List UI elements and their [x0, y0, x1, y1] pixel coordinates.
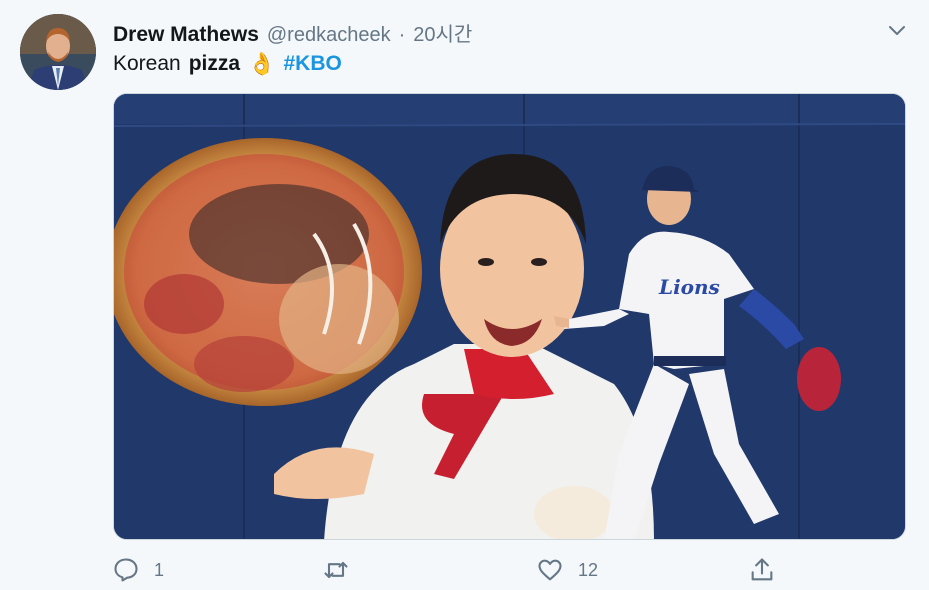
like-count: 12	[578, 559, 599, 580]
hashtag-link[interactable]: #KBO	[283, 52, 341, 76]
tweet[interactable]: Drew Mathews @redkacheek · 20시간 Korean p…	[0, 0, 929, 590]
photo-image: Lions	[114, 94, 905, 539]
tweet-media-photo[interactable]: Lions	[113, 93, 906, 540]
share-button[interactable]	[748, 552, 776, 588]
tweet-actions: 1 12	[0, 552, 929, 588]
avatar-image	[20, 14, 96, 90]
author-display-name[interactable]: Drew Mathews	[113, 23, 259, 47]
tweet-text-highlight: pizza	[188, 52, 241, 75]
reply-icon	[114, 558, 138, 582]
author-handle[interactable]: @redkacheek	[267, 24, 391, 47]
retweet-button[interactable]	[322, 552, 364, 588]
tweet-text: Korean pizza 👌 #KBO	[113, 50, 342, 78]
reply-button[interactable]: 1	[112, 552, 164, 588]
like-button[interactable]: 12	[536, 552, 598, 588]
tweet-header: Drew Mathews @redkacheek · 20시간	[113, 18, 472, 47]
svg-text:Lions: Lions	[658, 275, 720, 299]
avatar[interactable]	[20, 14, 96, 90]
reply-count: 1	[154, 559, 165, 580]
tweet-text-word: Korean	[113, 52, 181, 75]
share-icon	[751, 558, 773, 581]
more-options-chevron-down-icon[interactable]	[887, 20, 907, 40]
heart-icon	[538, 559, 562, 581]
retweet-icon	[324, 561, 348, 579]
tweet-timestamp[interactable]: 20시간	[413, 18, 472, 47]
header-separator: ·	[398, 24, 406, 46]
ok-hand-emoji: 👌	[248, 51, 276, 76]
